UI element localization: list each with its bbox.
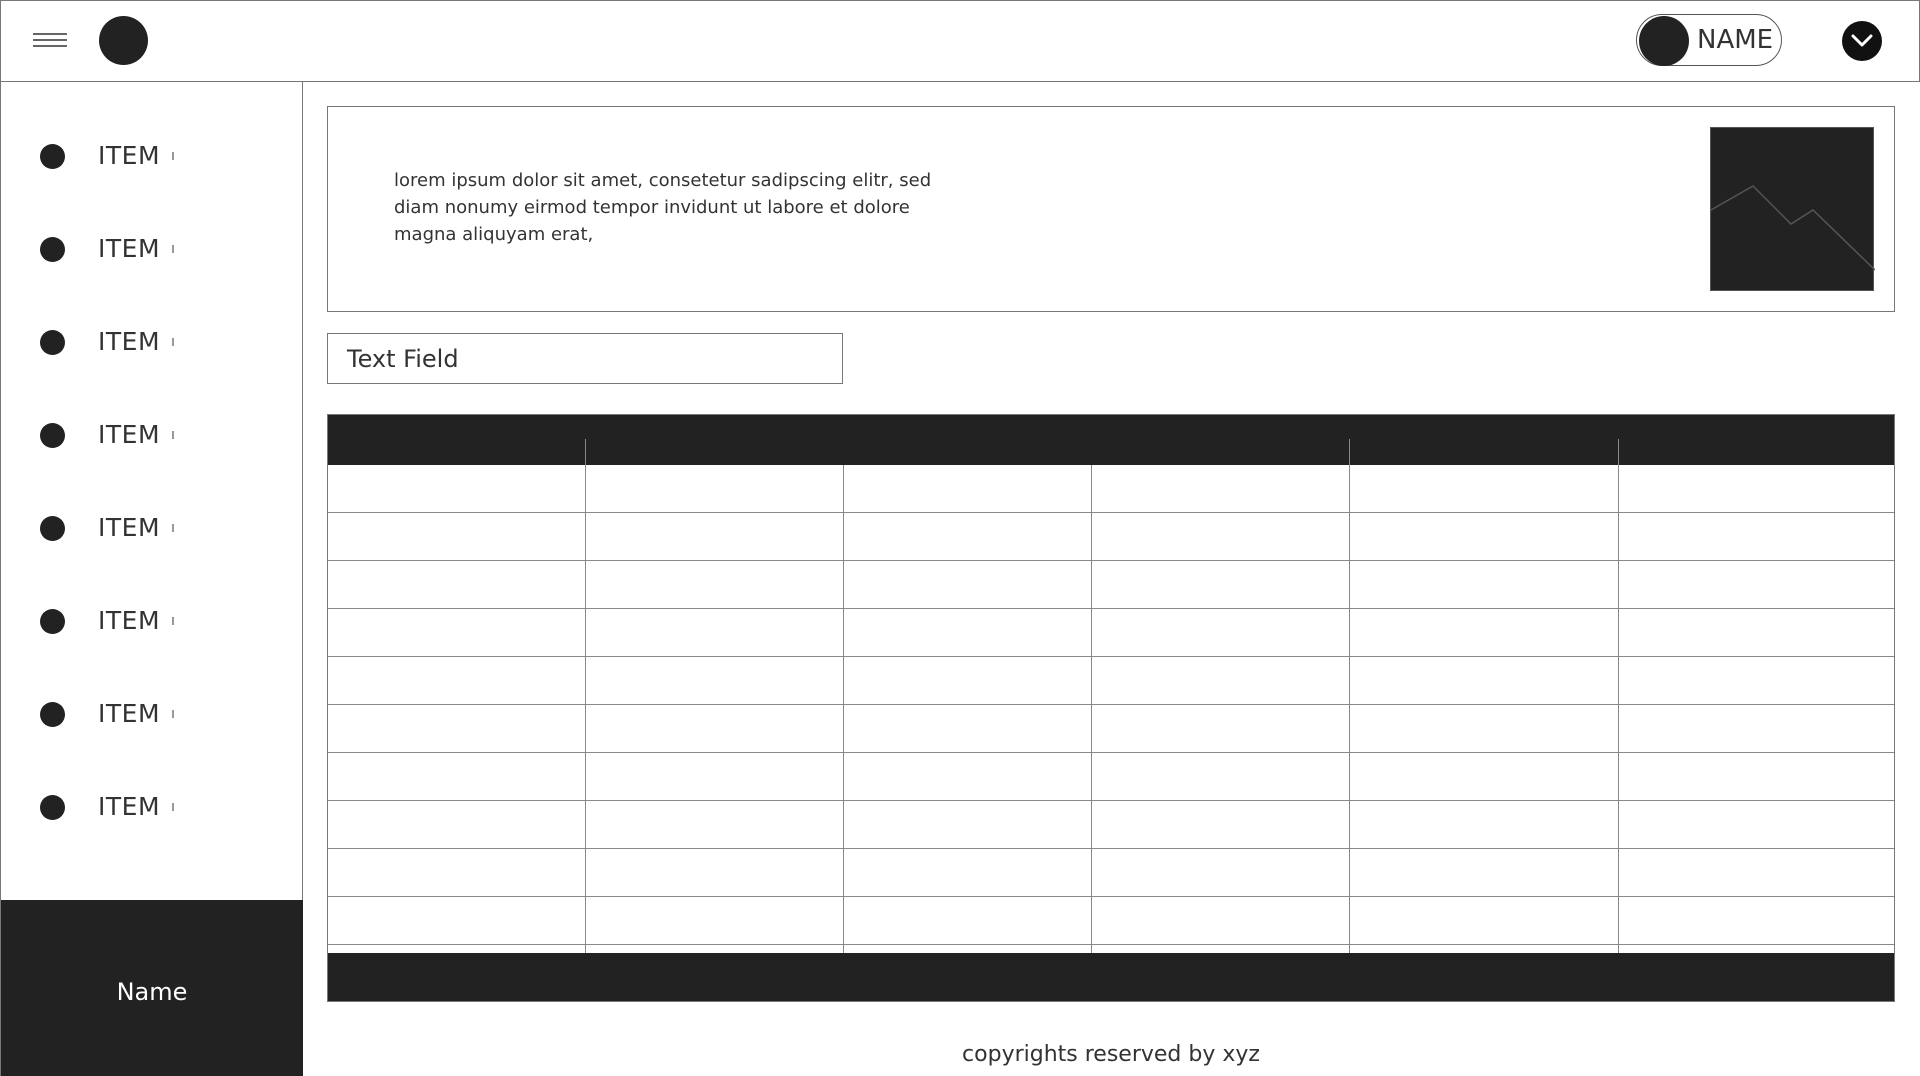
divider-tick	[172, 710, 174, 718]
data-table	[327, 414, 1895, 1002]
bullet-icon	[40, 330, 65, 355]
divider-tick	[172, 338, 174, 346]
sidebar-item-label: ITEM	[98, 327, 161, 356]
chevron-down-icon[interactable]	[1842, 21, 1882, 61]
sidebar-item-label: ITEM	[98, 141, 161, 170]
text-field-placeholder: Text Field	[347, 345, 459, 373]
sidebar-item-label: ITEM	[98, 513, 161, 542]
column-divider	[585, 439, 586, 977]
copyright-text: copyrights reserved by xyz	[962, 1042, 1260, 1067]
table-header	[328, 415, 1894, 465]
table-row[interactable]	[328, 657, 1894, 705]
sidebar-item[interactable]: ITEM	[1, 127, 301, 187]
divider-tick	[172, 803, 174, 811]
bullet-icon	[40, 795, 65, 820]
table-row[interactable]	[328, 849, 1894, 897]
column-divider	[1091, 465, 1092, 977]
bullet-icon	[40, 609, 65, 634]
divider-tick	[172, 617, 174, 625]
column-divider	[843, 465, 844, 977]
sidebar-item[interactable]: ITEM	[1, 499, 301, 559]
avatar	[1639, 16, 1689, 66]
table-row[interactable]	[328, 897, 1894, 945]
column-divider	[1618, 439, 1619, 977]
user-profile-button[interactable]: NAME	[1636, 14, 1782, 66]
sidebar-item[interactable]: ITEM	[1, 406, 301, 466]
divider-tick	[172, 524, 174, 532]
image-placeholder-icon	[1710, 127, 1876, 291]
divider-tick	[172, 431, 174, 439]
table-row[interactable]	[328, 705, 1894, 753]
text-field[interactable]: Text Field	[327, 333, 843, 384]
bullet-icon	[40, 516, 65, 541]
table-row[interactable]	[328, 609, 1894, 657]
table-row[interactable]	[328, 465, 1894, 513]
sidebar-item-label: ITEM	[98, 699, 161, 728]
table-row[interactable]	[328, 513, 1894, 561]
bullet-icon	[40, 702, 65, 727]
sidebar-item-label: ITEM	[98, 606, 161, 635]
sidebar-item[interactable]: ITEM	[1, 220, 301, 280]
column-divider	[1349, 439, 1350, 977]
sidebar-footer: Name	[1, 900, 303, 1076]
bullet-icon	[40, 237, 65, 262]
sidebar: ITEM ITEM ITEM ITEM ITEM ITEM ITEM ITEM …	[0, 82, 303, 1076]
user-name: NAME	[1697, 25, 1774, 55]
sidebar-item-label: ITEM	[98, 792, 161, 821]
sidebar-item-label: ITEM	[98, 234, 161, 263]
card-description: lorem ipsum dolor sit amet, consetetur s…	[394, 170, 932, 245]
app-frame: NAME ITEM ITEM ITEM ITEM ITEM ITEM ITEM …	[0, 0, 1920, 1076]
bullet-icon	[40, 423, 65, 448]
info-card: lorem ipsum dolor sit amet, consetetur s…	[327, 106, 1895, 312]
sidebar-item[interactable]: ITEM	[1, 685, 301, 745]
divider-tick	[172, 152, 174, 160]
sidebar-item[interactable]: ITEM	[1, 592, 301, 652]
logo-icon[interactable]	[99, 16, 148, 65]
bullet-icon	[40, 144, 65, 169]
hamburger-icon[interactable]	[33, 31, 67, 51]
divider-tick	[172, 245, 174, 253]
table-row[interactable]	[328, 753, 1894, 801]
sidebar-footer-name: Name	[116, 978, 188, 1006]
top-bar: NAME	[0, 0, 1920, 82]
table-row[interactable]	[328, 561, 1894, 609]
table-row[interactable]	[328, 801, 1894, 849]
table-footer	[328, 953, 1894, 1001]
sidebar-item[interactable]: ITEM	[1, 313, 301, 373]
sidebar-item-label: ITEM	[98, 420, 161, 449]
sidebar-item[interactable]: ITEM	[1, 778, 301, 838]
